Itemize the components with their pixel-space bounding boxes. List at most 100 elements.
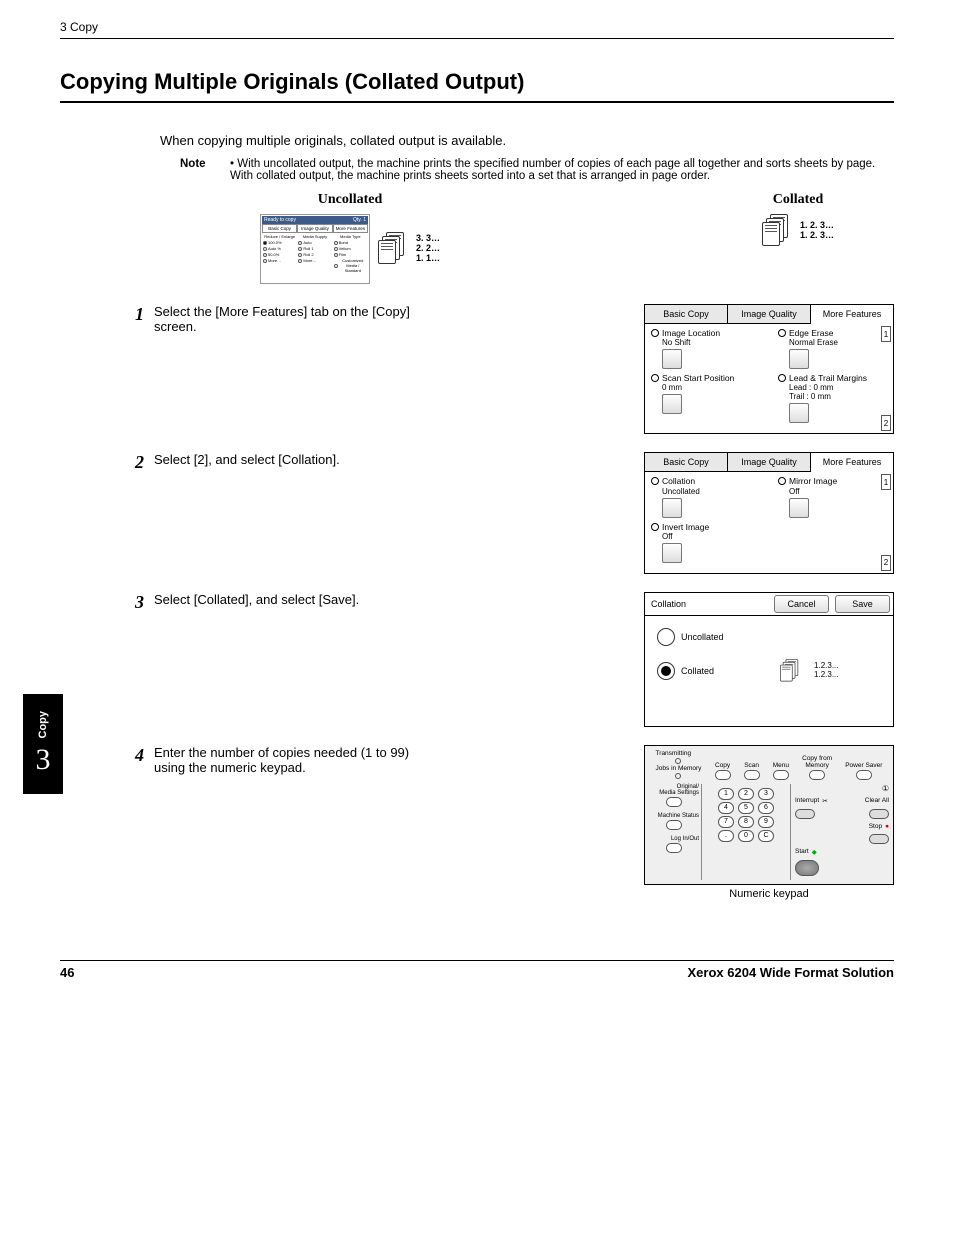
radio-icon [778, 329, 786, 337]
key-7[interactable]: 7 [718, 816, 734, 828]
opt-value: Uncollated [662, 487, 700, 496]
power-saver-button[interactable] [856, 770, 872, 780]
pages-stack-icon [780, 659, 801, 683]
opt-scan-start[interactable]: Scan Start Position 0 mm [651, 373, 760, 423]
page-footer: 46 Xerox 6204 Wide Format Solution [60, 960, 894, 980]
page-indicator-2[interactable]: 2 [881, 555, 891, 571]
step-text: Select the [More Features] tab on the [C… [154, 304, 434, 334]
page-indicator-2[interactable]: 2 [881, 415, 891, 431]
mini-col-h: Media Supply [298, 234, 331, 239]
led-jobs-label: Jobs in Memory [656, 765, 702, 772]
thumb-button[interactable] [789, 403, 809, 423]
page-indicator-1[interactable]: 1 [881, 326, 891, 342]
cancel-button[interactable]: Cancel [774, 595, 829, 613]
side-tab-label: Copy [37, 711, 49, 739]
opt-value: Off [789, 487, 837, 496]
opt-collation[interactable]: Collation Uncollated [651, 476, 760, 517]
mini-tab: More Features [333, 224, 368, 233]
step-text: Enter the number of copies needed (1 to … [154, 745, 434, 775]
note-text: • With uncollated output, the machine pr… [230, 158, 894, 182]
mini-opt: Auto % [268, 246, 281, 251]
note-label: Note [180, 158, 230, 182]
key-9[interactable]: 9 [758, 816, 774, 828]
machine-status-button[interactable] [666, 820, 682, 830]
mini-opt: 50.0% [268, 252, 279, 257]
thumb-button[interactable] [662, 394, 682, 414]
key-8[interactable]: 8 [738, 816, 754, 828]
btn-scan-label: Scan [744, 762, 760, 769]
tab-basic-copy[interactable]: Basic Copy [645, 305, 728, 324]
key-1[interactable]: 1 [718, 788, 734, 800]
copy-from-memory-button[interactable] [809, 770, 825, 780]
start-button[interactable] [795, 860, 819, 876]
tab-more-features[interactable]: More Features [811, 305, 893, 324]
thumb-button[interactable] [789, 349, 809, 369]
product-name: Xerox 6204 Wide Format Solution [688, 965, 894, 980]
opt-label: Mirror Image [789, 476, 837, 486]
uncollated-title: Uncollated [260, 192, 440, 208]
mini-copy-screen: Ready to copyQty. 1 Basic Copy Image Qua… [260, 214, 370, 284]
opt-value: Normal Erase [789, 338, 838, 347]
opt-image-location[interactable]: Image Location No Shift [651, 328, 760, 369]
key-6[interactable]: 6 [758, 802, 774, 814]
stop-label: Stop [869, 823, 882, 830]
page-indicator-1[interactable]: 1 [881, 474, 891, 490]
opt-value: No Shift [662, 338, 720, 347]
scan-button[interactable] [744, 770, 760, 780]
opt-lead-trail[interactable]: Lead & Trail Margins Lead : 0 mm Trail :… [778, 373, 887, 423]
interrupt-button[interactable] [795, 809, 815, 819]
thumb-button[interactable] [662, 543, 682, 563]
mini-opt: 100.0% [268, 240, 282, 245]
radio-uncollated[interactable]: Uncollated [657, 628, 881, 646]
tab-more-features[interactable]: More Features [811, 453, 893, 472]
key-4[interactable]: 4 [718, 802, 734, 814]
save-button[interactable]: Save [835, 595, 890, 613]
mini-col-h: Media Type [334, 234, 367, 239]
dialog-title: Collation [645, 595, 771, 613]
uncollated-diagram: Uncollated Ready to copyQty. 1 Basic Cop… [260, 192, 440, 284]
mini-opt: Bond [339, 240, 348, 245]
key-dot[interactable]: . [718, 830, 734, 842]
opt-label: Image Location [662, 328, 720, 338]
opt-mirror-image[interactable]: Mirror Image Off [778, 476, 887, 517]
thumb-button[interactable] [662, 349, 682, 369]
key-3[interactable]: 3 [758, 788, 774, 800]
step-number: 4 [120, 745, 144, 766]
step-number: 2 [120, 452, 144, 473]
clear-all-button[interactable] [869, 809, 889, 819]
opt-invert-image[interactable]: Invert Image Off [651, 522, 760, 563]
step-number: 3 [120, 592, 144, 613]
key-c[interactable]: C [758, 830, 774, 842]
opt-value: Lead : 0 mm [789, 383, 867, 392]
mini-col-h: Reduce / Enlarge [263, 234, 296, 239]
key-0[interactable]: 0 [738, 830, 754, 842]
clear-all-label: Clear All [865, 797, 889, 804]
radio-icon [778, 374, 786, 382]
mini-opt: Roll 1 [303, 246, 313, 251]
thumb-button[interactable] [789, 498, 809, 518]
media-settings-label: Original/ Media Settings [649, 784, 699, 796]
opt-edge-erase[interactable]: Edge Erase Normal Erase [778, 328, 887, 369]
led-icon [675, 758, 681, 764]
login-button[interactable] [666, 843, 682, 853]
mini-opt: Auto [303, 240, 311, 245]
seq-line: 1.2.3... [814, 671, 838, 680]
radio-collated[interactable]: Collated 1.2.3... 1.2.3... [657, 654, 881, 688]
led-transmitting-label: Transmitting [656, 750, 702, 757]
media-settings-button[interactable] [666, 797, 682, 807]
step-text: Select [Collated], and select [Save]. [154, 592, 434, 607]
radio-icon [651, 477, 659, 485]
thumb-button[interactable] [662, 498, 682, 518]
page-header: 3 Copy [60, 20, 894, 39]
mini-opt: Vellum [339, 246, 351, 251]
page-title: Copying Multiple Originals (Collated Out… [60, 69, 894, 103]
key-2[interactable]: 2 [738, 788, 754, 800]
side-tab-chapter: 3 [36, 743, 51, 777]
tab-image-quality[interactable]: Image Quality [728, 453, 811, 472]
key-5[interactable]: 5 [738, 802, 754, 814]
tab-image-quality[interactable]: Image Quality [728, 305, 811, 324]
tab-basic-copy[interactable]: Basic Copy [645, 453, 728, 472]
stop-button[interactable] [869, 834, 889, 844]
menu-button[interactable] [773, 770, 789, 780]
copy-button[interactable] [715, 770, 731, 780]
